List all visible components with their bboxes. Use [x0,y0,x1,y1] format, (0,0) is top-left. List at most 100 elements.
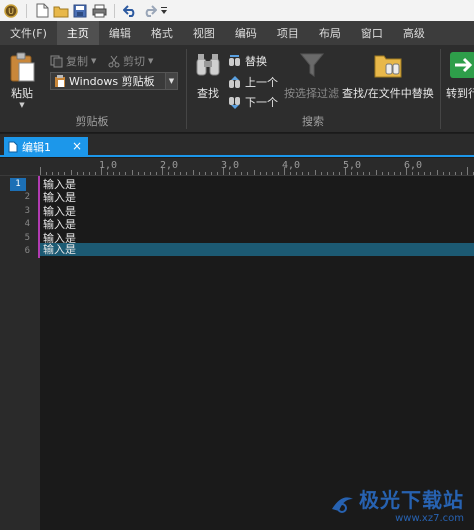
ruler-tick [460,172,462,175]
find-button[interactable]: 查找 [194,51,222,101]
ruler-tick [320,172,322,175]
open-folder-icon[interactable] [53,3,69,19]
ruler-tick [46,172,48,175]
copy-button[interactable]: 复制 ▼ [50,53,96,69]
ruler-tick [442,172,444,175]
ruler-tick [168,172,170,175]
close-icon[interactable]: × [72,139,82,153]
binoculars-icon [196,54,220,76]
filter-by-selection-button[interactable]: 按选择过滤 [284,51,339,101]
find-next-icon [229,96,240,109]
goto-line-button[interactable]: 转到行 [446,51,474,101]
ruler-tick [82,172,84,175]
customize-dropdown-icon[interactable] [160,3,168,19]
redo-icon[interactable] [141,3,157,19]
paste-button[interactable]: 粘贴 ▼ [8,51,36,109]
tab-3[interactable]: 格式 [141,21,183,45]
line-number: 2 [24,192,30,203]
filter-icon [299,53,324,77]
cut-button[interactable]: 剪切 ▼ [108,53,153,69]
ruler-tick [131,170,133,175]
save-icon[interactable] [72,3,88,19]
clipboard-group-label: 剪贴板 [75,115,109,128]
new-file-icon[interactable] [34,3,50,19]
print-icon[interactable] [91,3,107,19]
goto-arrow-icon [449,52,474,78]
ruler-tick [448,172,450,175]
ruler-tick [125,172,127,175]
ruler-tick [137,172,139,175]
ribbon-tab-bar: 文件(F) 主页 编辑 格式 视图 编码 项目 布局 窗口 高级 [0,21,474,45]
ruler-tick [70,170,72,175]
tab-5[interactable]: 编码 [225,21,267,45]
ruler-tick [143,172,145,175]
ruler-tick [454,172,456,175]
paste-icon [10,52,35,82]
ruler-tick [88,172,90,175]
document-icon [8,141,18,153]
ruler-tick [436,170,438,175]
tab-0[interactable]: 文件(F) [0,21,57,45]
find-next-label: 下一个 [245,96,278,109]
goto-line-label: 转到行 [446,87,474,100]
find-label: 查找 [197,87,219,100]
ruler-tick [107,172,109,175]
tab-6[interactable]: 项目 [267,21,309,45]
ruler-tick [210,172,212,175]
ruler-tick [76,172,78,175]
find-previous-icon [229,75,240,88]
tab-1[interactable]: 主页 [56,21,99,45]
editor-line[interactable]: 输入是 [43,178,76,191]
replace-button[interactable]: 替换 [228,53,267,69]
ruler-tick [40,167,41,175]
ruler-tick [357,172,359,175]
find-in-files-label: 查找/在文件中替换 [342,87,434,100]
paste-label: 粘贴 [11,87,33,100]
watermark-logo-icon [332,497,353,513]
replace-label: 替换 [245,55,267,68]
tab-9[interactable]: 高级 [393,21,435,45]
paste-dropdown-icon[interactable]: ▼ [19,101,24,109]
ruler-tick [302,172,304,175]
find-previous-button[interactable]: 上一个 [228,74,278,90]
toolbar-separator [114,3,115,18]
editor-line[interactable]: 输入是 [43,191,76,204]
ribbon-panel: 粘贴 ▼ 复制 ▼ 剪切 ▼ Windows 剪贴板 ▼ 剪贴板 查找 替换 上… [0,45,474,133]
undo-icon[interactable] [122,3,138,19]
clipboard-select[interactable]: Windows 剪贴板 ▼ [50,72,178,90]
ruler-tick [216,172,218,175]
tab-4[interactable]: 视图 [183,21,225,45]
line-number: 5 [24,232,30,243]
find-next-button[interactable]: 下一个 [228,94,278,110]
ruler-label: 1,0 [99,160,118,171]
ruler-tick [412,172,414,175]
ruler-tick [351,172,353,175]
editor-area[interactable]: 输入是 输入是 输入是 输入是 输入是 [40,176,474,530]
toolbar-separator [26,3,27,18]
quick-access-toolbar: U [0,0,474,21]
ruler-tick [119,172,121,175]
editor-line[interactable]: 输入是 [43,243,76,256]
tab-2[interactable]: 编辑 [99,21,141,45]
document-tab[interactable]: 编辑1 × [4,137,88,157]
ruler-tick [259,172,261,175]
tab-8[interactable]: 窗口 [351,21,393,45]
ruler-tick [64,172,66,175]
ruler-tick [290,172,292,175]
ruler-tick [94,172,96,175]
watermark: 极光下载站 www.xz7.com [329,484,464,524]
ruler-tick [113,172,115,175]
ruler-tick [430,172,432,175]
editor-line[interactable]: 输入是 [43,218,76,231]
ruler-tick [180,172,182,175]
ruler-tick [247,172,249,175]
ruler-label: 6,0 [404,160,423,171]
ruler-label: 3,0 [221,160,240,171]
app-logo-icon[interactable]: U [3,3,19,19]
find-in-files-button[interactable]: 查找/在文件中替换 [342,51,434,101]
clipboard-icon [55,74,65,87]
tab-7[interactable]: 布局 [309,21,351,45]
editor-line[interactable]: 输入是 [43,205,76,218]
ruler-tick [265,172,267,175]
chevron-down-icon[interactable]: ▼ [165,73,177,89]
